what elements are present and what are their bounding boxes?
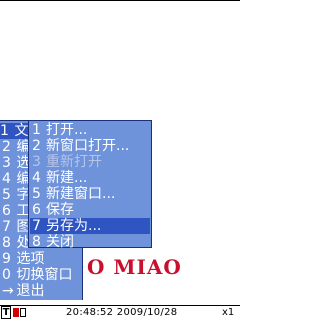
menu-item-tools[interactable]: 6 工 (2, 203, 30, 219)
submenu-item-number: 7 (32, 218, 41, 234)
submenu-item-open-new-window[interactable]: 2 新窗口打开... (32, 138, 129, 154)
menu-item-select[interactable]: 3 选 (2, 155, 30, 171)
submenu-item-new-window[interactable]: 5 新建窗口... (32, 186, 115, 202)
submenu-item-label: 打开... (46, 122, 88, 138)
submenu-item-number: 8 (32, 234, 41, 250)
submenu-item-new[interactable]: 4 新建... (32, 170, 87, 186)
menu-item-image[interactable]: 7 图 (2, 219, 30, 235)
submenu-item-save-as[interactable]: 7 另存为... (30, 218, 150, 234)
submenu-item-label: 新窗口打开... (46, 138, 130, 154)
menu-item-number: 8 (2, 235, 11, 251)
menu-item-number: 6 (2, 203, 11, 219)
menu-item-exit[interactable]: → 退出 (2, 283, 44, 299)
menu-item-label: 文 (14, 123, 29, 139)
submenu-item-label: 另存为... (46, 218, 102, 234)
submenu-item-close[interactable]: 8 关闭 (32, 234, 74, 250)
menu-item-number: 1 (0, 123, 9, 139)
submenu-item-number: 5 (32, 186, 41, 202)
menu-item-number: 4 (2, 171, 11, 187)
record-indicator-icon (13, 308, 19, 317)
menu-item-edit[interactable]: 2 编 (2, 139, 30, 155)
menu-item-label: 退出 (16, 283, 45, 299)
exit-arrow-icon: → (2, 283, 14, 299)
menu-item-font[interactable]: 5 字 (2, 187, 30, 203)
menu-item-number: 9 (2, 251, 11, 267)
menu-item-process[interactable]: 8 处 (2, 235, 30, 251)
menu-item-number: 3 (2, 155, 11, 171)
menu-item-number: 5 (2, 187, 11, 203)
document-text: O MIAO (87, 255, 182, 279)
submenu-item-label: 关闭 (46, 234, 74, 250)
submenu-item-open[interactable]: 1 打开... (32, 122, 87, 138)
menu-item-number: 7 (2, 219, 11, 235)
menu-item-number: 2 (2, 139, 11, 155)
submenu-item-reopen: 3 重新打开 (32, 154, 102, 170)
submenu-item-number: 6 (32, 202, 41, 218)
input-mode-indicator[interactable]: T (1, 306, 11, 319)
submenu-item-label: 保存 (46, 202, 74, 218)
menu-item-number: 0 (2, 267, 11, 283)
menu-item-encoding[interactable]: 4 编 (2, 171, 30, 187)
menu-item-label: 选项 (16, 251, 45, 267)
submenu-item-number: 1 (32, 122, 41, 138)
submenu-item-number: 3 (32, 154, 41, 170)
menu-item-options[interactable]: 9 选项 (2, 251, 44, 267)
file-submenu: 1 打开... 2 新窗口打开... 3 重新打开 4 新建... 5 新建窗口... 6… (28, 120, 152, 250)
zoom-level[interactable]: x1 (222, 306, 234, 320)
menu-item-label: 切换窗口 (16, 267, 73, 283)
submenu-item-label: 新建窗口... (46, 186, 116, 202)
status-datetime: 20:48:52 2009/10/28 (66, 307, 178, 318)
submenu-item-label: 新建... (46, 170, 88, 186)
submenu-item-number: 4 (32, 170, 41, 186)
submenu-item-number: 2 (32, 138, 41, 154)
page-indicator-icon (20, 308, 26, 317)
submenu-item-label: 重新打开 (46, 154, 102, 170)
submenu-item-save[interactable]: 6 保存 (32, 202, 74, 218)
menu-item-switch-window[interactable]: 0 切换窗口 (2, 267, 72, 283)
status-bar: T 48:2 20:48:52 2009/10/28 x1 (0, 297, 240, 320)
